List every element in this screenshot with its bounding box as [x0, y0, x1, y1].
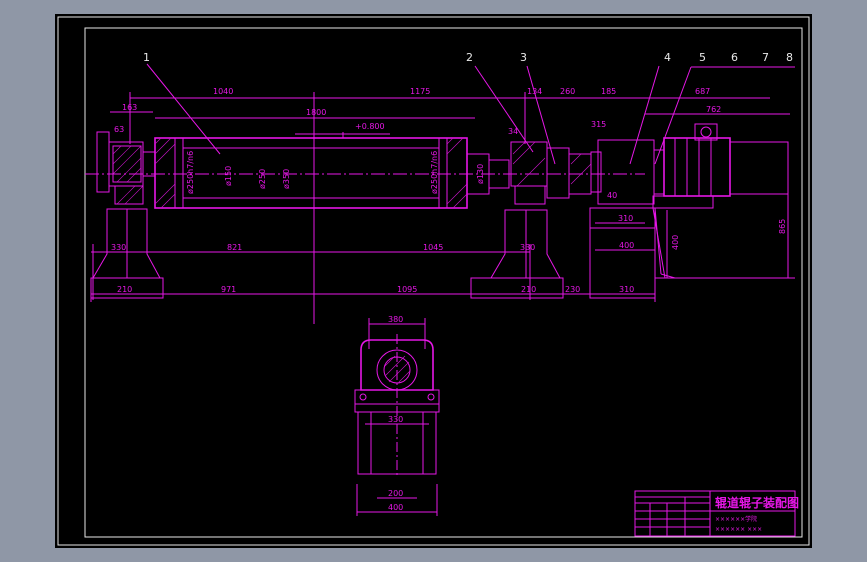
dim-330-section: 330: [388, 415, 403, 424]
title-block: 辊道辊子装配图 ××××××学院 ×××××× ×××: [634, 490, 799, 537]
dim-865: 865: [778, 219, 787, 234]
dim-63: 63: [114, 125, 124, 134]
drawing-title: 辊道辊子装配图: [715, 495, 799, 510]
dim-687: 687: [695, 87, 710, 96]
dim-1800: 1800: [306, 108, 326, 117]
dim-380: 380: [388, 315, 403, 324]
dim-260: 260: [560, 87, 575, 96]
dim-400: 400: [619, 241, 634, 250]
part-numbers: 1 2 3 4 5 6 7 8: [143, 51, 795, 165]
dim-230: 230: [565, 285, 580, 294]
fit-right: ø250h7/n6: [430, 151, 439, 194]
dim-330-left: 330: [111, 243, 126, 252]
part-number-2: 2: [466, 51, 473, 64]
part-number-1: 1: [143, 51, 150, 64]
dia-250: ø250: [258, 169, 267, 189]
bottom-dimensions: 210 971 1095 210 230 310: [90, 285, 656, 302]
dim-762: 762: [706, 105, 721, 114]
section-view: 380 330 200 400: [354, 315, 440, 516]
dim-315: 315: [591, 120, 606, 129]
part-number-7: 7: [762, 51, 769, 64]
part-number-5: 5: [699, 51, 706, 64]
dim-1040: 1040: [213, 87, 233, 96]
part-number-8: 8: [786, 51, 793, 64]
dim-210-right: 210: [521, 285, 536, 294]
dia-130: ø130: [476, 164, 485, 184]
right-bearing: [466, 141, 592, 299]
dim-1175: 1175: [410, 87, 430, 96]
title-line-2: ×××××× ×××: [715, 526, 762, 533]
outer-border: [57, 16, 810, 546]
dim-200: 200: [388, 489, 403, 498]
dim-310-bottom: 310: [619, 285, 634, 294]
reducer-and-motor: [589, 123, 789, 299]
fit-left: ø250h7/n6: [186, 151, 195, 194]
title-line-1: ××××××学院: [715, 515, 757, 523]
dim-163: 163: [122, 103, 137, 112]
left-bearing: [90, 131, 164, 299]
assembly-drawing: 1 2 3 4 5 6 7 8 1040 1175 1800 163 63 13…: [57, 16, 810, 546]
dim-400-section: 400: [388, 503, 403, 512]
dim-971: 971: [221, 285, 236, 294]
part-number-6: 6: [731, 51, 738, 64]
dim-330-right: 330: [520, 243, 535, 252]
dim-310: 310: [618, 214, 633, 223]
dim-1045: 1045: [423, 243, 443, 252]
dim-400-v: 400: [671, 235, 680, 250]
part-number-3: 3: [520, 51, 527, 64]
dim-1095: 1095: [397, 285, 417, 294]
dia-150: ø150: [224, 166, 233, 186]
dim-821: 821: [227, 243, 242, 252]
tolerance-label: +0.800: [355, 122, 385, 131]
dia-350: ø350: [282, 169, 291, 189]
dim-40: 40: [607, 191, 617, 200]
dim-210-left: 210: [117, 285, 132, 294]
dim-134: 134: [527, 87, 542, 96]
inner-border: [84, 27, 803, 538]
drawing-sheet: 1 2 3 4 5 6 7 8 1040 1175 1800 163 63 13…: [55, 14, 812, 548]
dim-185: 185: [601, 87, 616, 96]
roller: +0.800 ø250 ø350 ø150 ø130 ø250h7/n6 ø25…: [85, 122, 645, 209]
dim-34: 34: [508, 127, 518, 136]
part-number-4: 4: [664, 51, 671, 64]
top-dimensions: 1040 1175 1800 163 63 134 260 185 687 76…: [110, 87, 790, 324]
